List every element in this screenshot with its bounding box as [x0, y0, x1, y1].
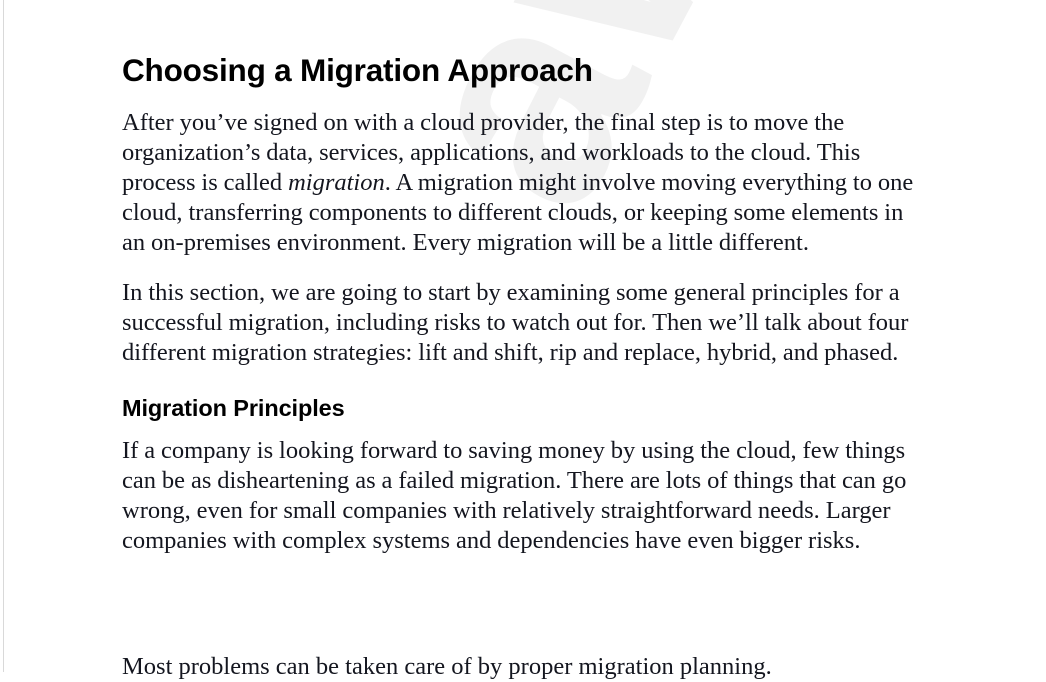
paragraph-clipped-last-line: Most problems can be taken care of by pr… [122, 653, 772, 680]
paragraph-intro: After you’ve signed on with a cloud prov… [122, 108, 922, 258]
paragraph-principles-body: If a company is looking forward to savin… [122, 437, 907, 554]
document-page: Choosing a Migration Approach After you’… [0, 0, 1046, 680]
paragraph-section-overview: In this section, we are going to start b… [122, 279, 909, 366]
section-heading-migration-principles: Migration Principles [122, 395, 345, 421]
page-title: Choosing a Migration Approach [122, 52, 593, 88]
document-content: Choosing a Migration Approach After you’… [122, 52, 922, 556]
emphasized-term-migration: migration [288, 169, 385, 196]
page-left-edge [3, 0, 4, 672]
